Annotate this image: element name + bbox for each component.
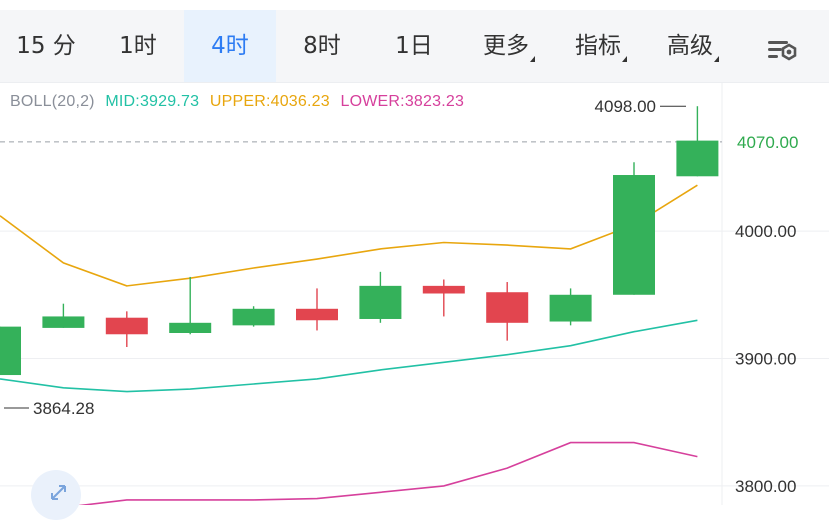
boll-mid-value: MID:3929.73 (105, 93, 200, 110)
boll-indicator-legend: BOLL(20,2) MID:3929.73 UPPER:4036.23 LOW… (10, 93, 470, 111)
candle-body (422, 285, 465, 294)
tab-1day[interactable]: 1日 (368, 10, 460, 82)
tab-advanced-label: 高级 (667, 33, 713, 59)
tab-more[interactable]: 更多 (460, 10, 552, 82)
chart-settings-icon[interactable] (765, 34, 801, 70)
tab-indicators[interactable]: 指标 (552, 10, 644, 82)
boll-name: BOLL(20,2) (10, 93, 95, 110)
candle-body (105, 317, 148, 335)
tab-4hour[interactable]: 4时 (184, 10, 276, 82)
boll-mid-line (0, 319, 698, 393)
tab-more-label: 更多 (483, 33, 529, 59)
dropdown-triangle-icon (530, 56, 535, 62)
timeframe-toolbar: 15 分 1时 4时 8时 1日 更多 指标 高级 (0, 10, 829, 83)
boll-upper-line (0, 184, 698, 287)
boll-lower-value: LOWER:3823.23 (340, 93, 465, 110)
dropdown-triangle-icon (714, 56, 719, 62)
candle-body (676, 140, 719, 177)
tab-15min[interactable]: 15 分 (0, 10, 92, 82)
expand-button[interactable] (31, 470, 81, 520)
y-tick-label: 3900.00 (735, 349, 796, 368)
low-price-label: 3864.28 (33, 399, 94, 418)
candle-body (169, 322, 212, 333)
candle-body (0, 326, 21, 376)
tab-8hour[interactable]: 8时 (276, 10, 368, 82)
tab-indicators-label: 指标 (575, 33, 621, 59)
y-tick-label: 3800.00 (735, 477, 796, 496)
candle-body (359, 285, 402, 319)
candle-body (296, 308, 338, 321)
candle-body (42, 316, 85, 328)
candle-body (549, 294, 592, 322)
expand-arrows-icon (51, 485, 66, 500)
boll-upper-value: UPPER:4036.23 (209, 93, 330, 110)
dropdown-triangle-icon (622, 56, 627, 62)
candle-body (613, 175, 655, 295)
candle-body (232, 308, 275, 326)
y-tick-label: 4000.00 (735, 222, 796, 241)
tab-advanced[interactable]: 高级 (644, 10, 736, 82)
candle-body (486, 292, 529, 323)
boll-lower-line (77, 441, 698, 505)
high-price-label: 4098.00 (595, 97, 656, 116)
current-price-label: 4070.00 (737, 133, 798, 152)
tab-1hour[interactable]: 1时 (92, 10, 184, 82)
